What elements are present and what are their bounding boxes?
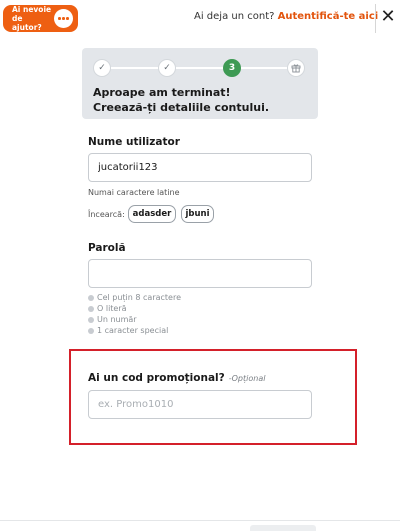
password-input[interactable]: [88, 259, 312, 288]
step-3-active: 3: [223, 59, 241, 77]
promo-label: Ai un cod promoțional? -Opțional: [88, 372, 265, 384]
progress-title-line1: Aproape am terminat!: [93, 86, 231, 99]
account-question: Ai deja un cont? Autentifică-te aici: [194, 11, 378, 22]
optional-tag: -Opțional: [228, 374, 266, 383]
password-rule: Un număr: [88, 314, 181, 325]
step-1-check-icon: ✓: [93, 59, 111, 77]
password-rule: 1 caracter special: [88, 325, 181, 336]
step-connector: [111, 67, 158, 69]
progress-steps: ✓ ✓ 3: [93, 59, 305, 77]
password-rules: Cel puțin 8 caractere O literă Un număr …: [88, 292, 181, 336]
promo-label-text: Ai un cod promoțional?: [88, 372, 225, 384]
password-rule-text: 1 caracter special: [97, 326, 169, 335]
password-rule-text: Un număr: [97, 315, 137, 324]
suggestion-chip[interactable]: jbuni: [181, 205, 214, 223]
progress-title: Aproape am terminat! Creează-ți detaliil…: [93, 85, 313, 115]
rule-status-dot-icon: [88, 294, 94, 301]
progress-title-line2: Creează-ți detaliile contului.: [93, 101, 270, 114]
rule-status-dot-icon: [88, 327, 94, 334]
password-rule: O literă: [88, 303, 181, 314]
continue-button[interactable]: [250, 525, 316, 531]
footer-divider: [0, 520, 400, 521]
suggestions-label: Încearcă:: [88, 210, 125, 219]
username-hint: Numai caractere latine: [88, 188, 180, 197]
step-connector: [241, 67, 287, 69]
gift-icon: [287, 59, 305, 77]
rule-status-dot-icon: [88, 305, 94, 312]
username-label: Nume utilizator: [88, 136, 180, 148]
signup-page: Ai nevoie de ajutor? Ai deja un cont? Au…: [0, 0, 400, 531]
suggestion-chip[interactable]: adasder: [128, 205, 176, 223]
account-question-text: Ai deja un cont?: [194, 11, 275, 22]
username-input[interactable]: [88, 153, 312, 182]
step-2-check-icon: ✓: [158, 59, 176, 77]
password-rule-text: Cel puțin 8 caractere: [97, 293, 182, 302]
step-connector: [176, 67, 223, 69]
promo-code-input[interactable]: [88, 390, 312, 419]
help-button-label: Ai nevoie de ajutor?: [12, 5, 52, 32]
chat-bubble-icon: [54, 9, 73, 28]
login-link[interactable]: Autentifică-te aici: [278, 11, 379, 22]
password-label: Parolă: [88, 242, 126, 254]
header-divider: [375, 4, 376, 33]
rule-status-dot-icon: [88, 316, 94, 323]
password-rule-text: O literă: [97, 304, 127, 313]
progress-card: ✓ ✓ 3 Aproape am terminat! Creează-ți de…: [82, 48, 318, 119]
help-button[interactable]: Ai nevoie de ajutor?: [3, 5, 78, 32]
close-icon[interactable]: ✕: [380, 8, 396, 26]
password-rule: Cel puțin 8 caractere: [88, 292, 181, 303]
